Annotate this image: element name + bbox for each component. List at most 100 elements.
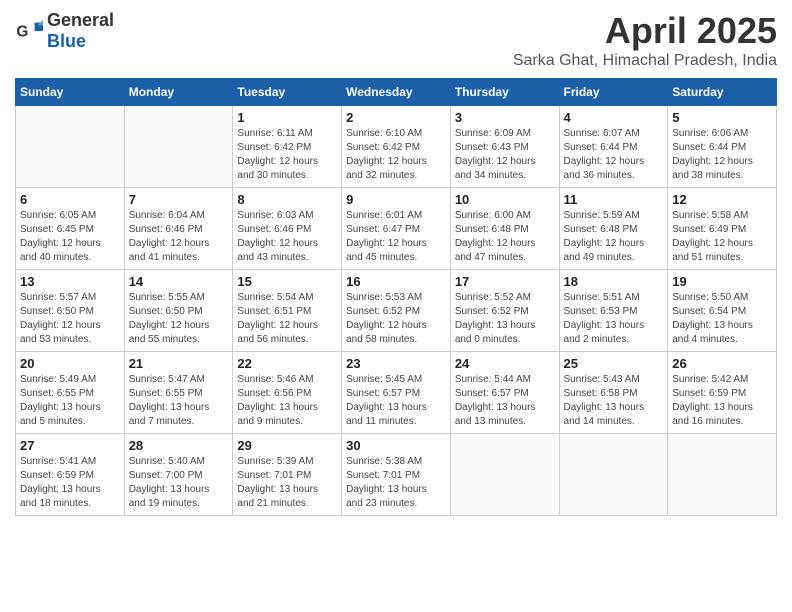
day-info: Sunrise: 5:55 AM Sunset: 6:50 PM Dayligh… <box>129 291 229 347</box>
day-info: Sunrise: 5:43 AM Sunset: 6:58 PM Dayligh… <box>564 373 664 429</box>
calendar-cell: 22Sunrise: 5:46 AM Sunset: 6:56 PM Dayli… <box>233 352 342 434</box>
day-info: Sunrise: 5:57 AM Sunset: 6:50 PM Dayligh… <box>20 291 120 347</box>
header: G General Blue April 2025 Sarka Ghat, Hi… <box>15 10 777 70</box>
calendar-cell: 14 Sunrise: 5:55 AM Sunset: 6:50 PM Dayli… <box>124 270 233 352</box>
day-info: Sunrise: 5:53 AM Sunset: 6:52 PM Dayligh… <box>346 291 446 347</box>
day-number: 16 <box>346 274 446 289</box>
calendar-cell: 29 Sunrise: 5:39 AM Sunset: 7:01 PM Dayli… <box>233 434 342 516</box>
day-number: 1 <box>237 110 337 125</box>
day-info: Sunrise: 5:45 AM Sunset: 6:57 PM Dayligh… <box>346 373 446 429</box>
weekday-header-saturday: Saturday <box>668 79 777 106</box>
day-info: Sunrise: 6:01 AM Sunset: 6:47 PM Dayligh… <box>346 209 446 265</box>
day-number: 6 <box>20 192 120 207</box>
day-number: 29 <box>237 438 337 453</box>
day-number: 4 <box>564 110 664 125</box>
logo-blue: Blue <box>47 31 86 51</box>
day-number: 26 <box>672 356 772 371</box>
day-info: Sunrise: 6:07 AM Sunset: 6:44 PM Dayligh… <box>564 127 664 183</box>
calendar-cell: 7Sunrise: 6:04 AM Sunset: 6:46 PM Daylig… <box>124 188 233 270</box>
day-info: Sunrise: 6:05 AM Sunset: 6:45 PM Dayligh… <box>20 209 120 265</box>
month-title: April 2025 <box>513 10 777 52</box>
day-info: Sunrise: 5:41 AM Sunset: 6:59 PM Dayligh… <box>20 455 120 511</box>
day-number: 11 <box>564 192 664 207</box>
calendar-cell: 12 Sunrise: 5:58 AM Sunset: 6:49 PM Dayli… <box>668 188 777 270</box>
logo: G General Blue <box>15 10 114 52</box>
calendar-cell <box>16 106 125 188</box>
calendar-cell: 15 Sunrise: 5:54 AM Sunset: 6:51 PM Dayli… <box>233 270 342 352</box>
calendar-week-row: 6 Sunrise: 6:05 AM Sunset: 6:45 PM Daylig… <box>16 188 777 270</box>
day-info: Sunrise: 5:40 AM Sunset: 7:00 PM Dayligh… <box>129 455 229 511</box>
calendar-cell <box>124 106 233 188</box>
day-number: 15 <box>237 274 337 289</box>
day-number: 2 <box>346 110 446 125</box>
day-number: 24 <box>455 356 555 371</box>
day-info: Sunrise: 6:06 AM Sunset: 6:44 PM Dayligh… <box>672 127 772 183</box>
calendar-cell: 21 Sunrise: 5:47 AM Sunset: 6:55 PM Dayli… <box>124 352 233 434</box>
day-info: Sunrise: 5:49 AM Sunset: 6:55 PM Dayligh… <box>20 373 120 429</box>
calendar-cell: 10 Sunrise: 6:00 AM Sunset: 6:48 PM Dayli… <box>450 188 559 270</box>
calendar-cell: 11 Sunrise: 5:59 AM Sunset: 6:48 PM Dayli… <box>559 188 668 270</box>
calendar-cell <box>559 434 668 516</box>
weekday-header-monday: Monday <box>124 79 233 106</box>
day-info: Sunrise: 5:54 AM Sunset: 6:51 PM Dayligh… <box>237 291 337 347</box>
day-info: Sunrise: 5:46 AM Sunset: 6:56 PM Dayligh… <box>237 373 337 429</box>
weekday-header-friday: Friday <box>559 79 668 106</box>
weekday-header-wednesday: Wednesday <box>342 79 451 106</box>
svg-text:G: G <box>16 24 28 41</box>
day-number: 25 <box>564 356 664 371</box>
day-number: 28 <box>129 438 229 453</box>
calendar-cell: 4 Sunrise: 6:07 AM Sunset: 6:44 PM Daylig… <box>559 106 668 188</box>
calendar-cell: 2 Sunrise: 6:10 AM Sunset: 6:42 PM Daylig… <box>342 106 451 188</box>
day-info: Sunrise: 5:42 AM Sunset: 6:59 PM Dayligh… <box>672 373 772 429</box>
day-number: 5 <box>672 110 772 125</box>
day-info: Sunrise: 5:44 AM Sunset: 6:57 PM Dayligh… <box>455 373 555 429</box>
day-number: 21 <box>129 356 229 371</box>
day-info: Sunrise: 6:11 AM Sunset: 6:42 PM Dayligh… <box>237 127 337 183</box>
day-number: 9 <box>346 192 446 207</box>
day-info: Sunrise: 5:52 AM Sunset: 6:52 PM Dayligh… <box>455 291 555 347</box>
calendar-cell: 28 Sunrise: 5:40 AM Sunset: 7:00 PM Dayli… <box>124 434 233 516</box>
day-info: Sunrise: 6:10 AM Sunset: 6:42 PM Dayligh… <box>346 127 446 183</box>
day-info: Sunrise: 6:00 AM Sunset: 6:48 PM Dayligh… <box>455 209 555 265</box>
calendar-cell: 6 Sunrise: 6:05 AM Sunset: 6:45 PM Daylig… <box>16 188 125 270</box>
calendar-cell: 8Sunrise: 6:03 AM Sunset: 6:46 PM Daylig… <box>233 188 342 270</box>
logo-general: General <box>47 10 114 30</box>
day-number: 8 <box>237 192 337 207</box>
calendar-cell: 23Sunrise: 5:45 AM Sunset: 6:57 PM Dayli… <box>342 352 451 434</box>
weekday-header-tuesday: Tuesday <box>233 79 342 106</box>
day-info: Sunrise: 5:39 AM Sunset: 7:01 PM Dayligh… <box>237 455 337 511</box>
calendar-week-row: 1 Sunrise: 6:11 AM Sunset: 6:42 PM Daylig… <box>16 106 777 188</box>
calendar-week-row: 20Sunrise: 5:49 AM Sunset: 6:55 PM Dayli… <box>16 352 777 434</box>
calendar-cell: 20Sunrise: 5:49 AM Sunset: 6:55 PM Dayli… <box>16 352 125 434</box>
day-number: 14 <box>129 274 229 289</box>
weekday-header-sunday: Sunday <box>16 79 125 106</box>
calendar-cell: 9 Sunrise: 6:01 AM Sunset: 6:47 PM Daylig… <box>342 188 451 270</box>
day-info: Sunrise: 5:51 AM Sunset: 6:53 PM Dayligh… <box>564 291 664 347</box>
location-title: Sarka Ghat, Himachal Pradesh, India <box>513 52 777 70</box>
calendar-cell: 27 Sunrise: 5:41 AM Sunset: 6:59 PM Dayli… <box>16 434 125 516</box>
day-number: 13 <box>20 274 120 289</box>
day-number: 30 <box>346 438 446 453</box>
calendar-cell: 26 Sunrise: 5:42 AM Sunset: 6:59 PM Dayli… <box>668 352 777 434</box>
weekday-header-thursday: Thursday <box>450 79 559 106</box>
day-info: Sunrise: 6:09 AM Sunset: 6:43 PM Dayligh… <box>455 127 555 183</box>
calendar-cell: 30Sunrise: 5:38 AM Sunset: 7:01 PM Dayli… <box>342 434 451 516</box>
day-info: Sunrise: 5:58 AM Sunset: 6:49 PM Dayligh… <box>672 209 772 265</box>
day-number: 3 <box>455 110 555 125</box>
calendar-cell: 3 Sunrise: 6:09 AM Sunset: 6:43 PM Daylig… <box>450 106 559 188</box>
calendar-cell: 13 Sunrise: 5:57 AM Sunset: 6:50 PM Dayli… <box>16 270 125 352</box>
day-info: Sunrise: 5:47 AM Sunset: 6:55 PM Dayligh… <box>129 373 229 429</box>
day-info: Sunrise: 5:59 AM Sunset: 6:48 PM Dayligh… <box>564 209 664 265</box>
day-number: 12 <box>672 192 772 207</box>
calendar-cell: 1 Sunrise: 6:11 AM Sunset: 6:42 PM Daylig… <box>233 106 342 188</box>
calendar-cell: 19Sunrise: 5:50 AM Sunset: 6:54 PM Dayli… <box>668 270 777 352</box>
day-number: 17 <box>455 274 555 289</box>
day-number: 27 <box>20 438 120 453</box>
calendar-week-row: 13 Sunrise: 5:57 AM Sunset: 6:50 PM Dayli… <box>16 270 777 352</box>
calendar-cell: 25 Sunrise: 5:43 AM Sunset: 6:58 PM Dayli… <box>559 352 668 434</box>
calendar-cell: 18Sunrise: 5:51 AM Sunset: 6:53 PM Dayli… <box>559 270 668 352</box>
day-number: 10 <box>455 192 555 207</box>
calendar-week-row: 27 Sunrise: 5:41 AM Sunset: 6:59 PM Dayli… <box>16 434 777 516</box>
calendar-cell <box>668 434 777 516</box>
calendar-cell: 5 Sunrise: 6:06 AM Sunset: 6:44 PM Daylig… <box>668 106 777 188</box>
